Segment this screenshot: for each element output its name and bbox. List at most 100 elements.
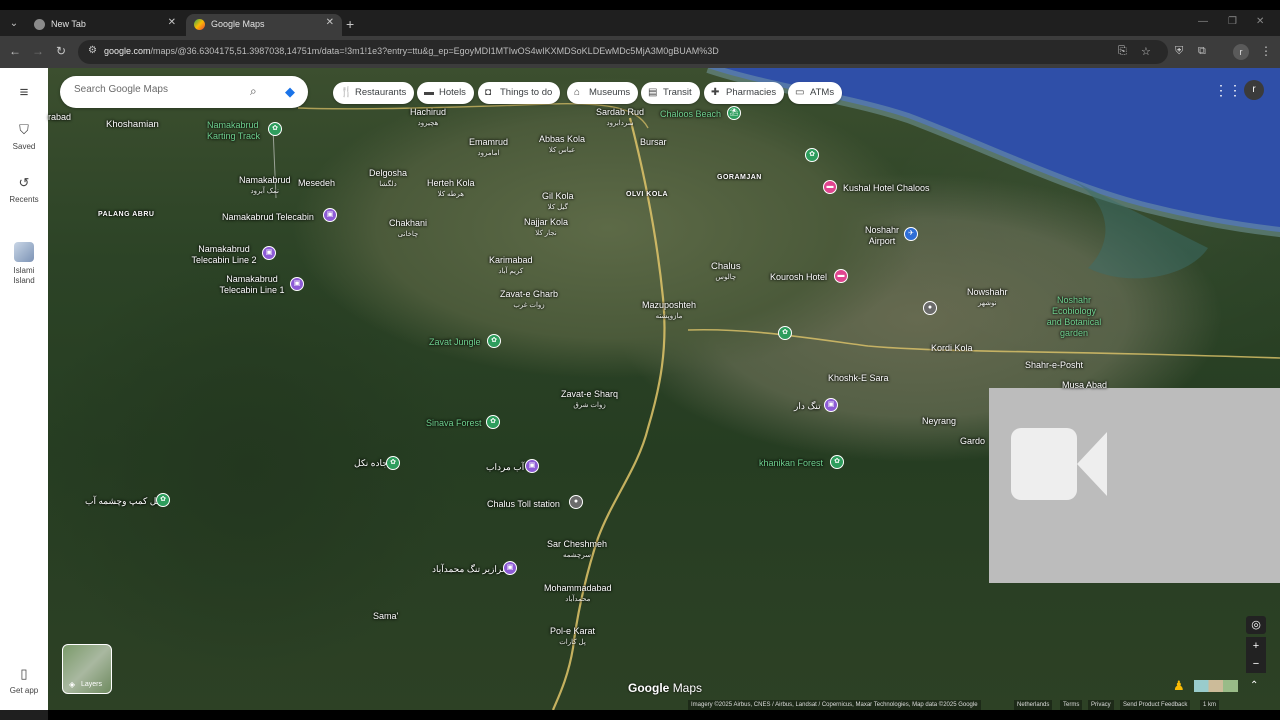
cable-car-pin-icon[interactable]: ▣ (290, 277, 304, 291)
place-label[interactable]: Chalus Toll station (487, 499, 560, 510)
chip-pharmacies[interactable]: ✚ Pharmacies (704, 82, 785, 104)
new-tab-icon[interactable]: + (346, 16, 354, 32)
park-pin-icon[interactable]: ✿ (386, 456, 400, 470)
place-label[interactable]: Chakhani چاخانی (389, 218, 427, 240)
region-link[interactable]: Netherlands (1014, 700, 1053, 710)
place-label[interactable]: Namakabrud Telecabin Line 1 (218, 274, 286, 296)
url-text[interactable]: google.com/maps/@36.6304175,51.3987038,1… (104, 46, 719, 56)
place-label[interactable]: Namakabrud Telecabin Line 2 (190, 244, 258, 266)
forward-icon[interactable]: → (32, 44, 44, 58)
place-label[interactable]: Delgosha دلگشا (369, 168, 407, 190)
recent-place-islami-island[interactable]: Islami Island (0, 242, 48, 286)
place-label[interactable]: Sar Cheshmeh سرچشمه (547, 539, 607, 561)
place-label[interactable]: Chaloos Beach (660, 109, 721, 120)
place-label[interactable]: Noshahr Airport (862, 225, 902, 247)
my-location-icon[interactable]: ◎ (1246, 616, 1266, 634)
place-label[interactable]: Noshahr Ecobiology and Botanical garden (1044, 295, 1104, 339)
attraction-pin-icon[interactable]: ▣ (824, 398, 838, 412)
install-app-icon[interactable]: ⎘ (1118, 45, 1127, 58)
place-label[interactable]: Kushal Hotel Chaloos (843, 183, 930, 194)
chip-things-to-do[interactable]: ◘ Things to do (478, 82, 561, 104)
attraction-pin-icon[interactable]: ▣ (503, 561, 517, 575)
place-label[interactable]: Gardo (960, 436, 985, 447)
park-pin-icon[interactable]: ✿ (805, 148, 819, 162)
account-avatar[interactable]: r (1244, 80, 1264, 100)
place-label[interactable]: Namakabrud Telecabin (222, 212, 314, 223)
place-label[interactable]: Namakabrud نمک آبرود (239, 175, 291, 197)
place-label[interactable]: Neyrang (922, 416, 956, 427)
recents-button[interactable]: ↺ Recents (0, 175, 48, 204)
hamburger-menu-icon[interactable]: ≡ (0, 84, 48, 105)
place-label[interactable]: Zavat Jungle (429, 337, 481, 348)
place-label[interactable]: Khoshk-E Sara (828, 373, 889, 384)
cable-car-pin-icon[interactable]: ▣ (262, 246, 276, 260)
scale-bar[interactable]: 1 km (1200, 700, 1220, 710)
close-icon[interactable]: ✕ (326, 17, 334, 28)
attraction-pin-icon[interactable]: ▣ (525, 459, 539, 473)
directions-icon[interactable]: ◆ (282, 84, 298, 100)
menu-icon[interactable]: ⋮ (1260, 44, 1272, 58)
place-label[interactable]: Mohammadabad محمدآباد (544, 583, 612, 605)
place-label[interactable]: سرازیر تنگ محمدآباد (432, 564, 509, 575)
site-info-icon[interactable]: ⚙ (88, 45, 97, 56)
park-pin-icon[interactable]: ✿ (830, 455, 844, 469)
place-label[interactable]: محل کمپ وچشمه آب (85, 496, 167, 507)
terms-link[interactable]: Terms (1060, 700, 1083, 710)
hotel-pin-icon[interactable]: ▬ (823, 180, 837, 194)
search-input[interactable] (74, 84, 244, 95)
place-label[interactable]: Zavat-e Gharb زوات غرب (500, 289, 558, 311)
place-label[interactable]: جاده نکل (354, 458, 388, 469)
place-label[interactable]: Karimabad کریم آباد (489, 255, 533, 277)
place-label[interactable]: Musa Abad (1062, 380, 1107, 391)
zoom-in-button[interactable]: + (1246, 637, 1266, 655)
place-label[interactable]: تنگ دار (794, 401, 821, 412)
back-icon[interactable]: ← (9, 44, 21, 58)
place-label[interactable]: Zavat-e Sharq زوات شرق (561, 389, 618, 411)
place-label[interactable]: Shahr-e-Posht (1025, 360, 1083, 371)
get-app-button[interactable]: ▯ Get app (0, 666, 48, 695)
place-label[interactable]: OLVI KOLA (626, 189, 668, 200)
chip-transit[interactable]: ▤ Transit (641, 82, 700, 104)
layers-button[interactable]: ◈ Layers (62, 644, 112, 694)
park-pin-icon[interactable]: ✿ (778, 326, 792, 340)
place-label[interactable]: Mesedeh (298, 178, 335, 189)
address-bar[interactable]: ⚙ google.com/maps/@36.6304175,51.3987038… (78, 40, 1168, 64)
place-label[interactable]: Mazuposhteh مازوپشته (642, 300, 696, 322)
toll-pin-icon[interactable]: ● (569, 495, 583, 509)
place-label[interactable]: Kourosh Hotel (770, 272, 827, 283)
shield-extension-icon[interactable]: ⛨ (1175, 45, 1183, 58)
place-label[interactable]: Najjar Kola نجار کلا (524, 217, 568, 239)
place-label[interactable]: PALANG ABRU (98, 209, 154, 220)
place-label[interactable]: Bursar (640, 137, 667, 148)
minimize-icon[interactable]: — (1198, 16, 1208, 27)
park-pin-icon[interactable]: ✿ (487, 334, 501, 348)
chip-hotels[interactable]: ▬ Hotels (417, 82, 474, 104)
close-icon[interactable]: ✕ (168, 17, 176, 28)
place-label[interactable]: Khoshamian (106, 119, 159, 130)
place-label[interactable]: آب مرداب (486, 462, 524, 473)
place-label[interactable]: Sama' (373, 611, 398, 622)
park-pin-icon[interactable]: ✿ (156, 493, 170, 507)
chip-restaurants[interactable]: 🍴 Restaurants (333, 82, 415, 104)
place-label[interactable]: Gil Kola گیل کلا (542, 191, 574, 213)
place-pin-icon[interactable]: ● (923, 301, 937, 315)
close-window-icon[interactable]: ✕ (1256, 16, 1264, 27)
place-label[interactable]: Sardab Rud سردابرود (596, 107, 644, 129)
place-label[interactable]: Namakabrud Karting Track (207, 120, 267, 142)
search-box[interactable]: ⌕ ◆ (60, 76, 308, 108)
place-label[interactable]: Abbas Kola عباس کلا (539, 134, 585, 156)
place-label[interactable]: Emamrud امامرود (469, 137, 508, 159)
airport-pin-icon[interactable]: ✈ (904, 227, 918, 241)
place-label[interactable]: Kordi Kola (931, 343, 973, 354)
reload-icon[interactable]: ↻ (56, 44, 66, 58)
place-label[interactable]: GORAMJAN (717, 172, 762, 183)
park-pin-icon[interactable]: ✿ (268, 122, 282, 136)
zoom-out-button[interactable]: − (1246, 655, 1266, 673)
cable-car-pin-icon[interactable]: ▣ (323, 208, 337, 222)
search-icon[interactable]: ⌕ (250, 84, 257, 99)
chip-museums[interactable]: ⌂ Museums (567, 82, 639, 104)
saved-button[interactable]: ⛉ Saved (0, 122, 48, 151)
place-label[interactable]: Sinava Forest (426, 418, 482, 429)
place-label[interactable]: khanikan Forest (759, 458, 823, 469)
place-label[interactable]: Nowshahr نوشهر (967, 287, 1008, 309)
